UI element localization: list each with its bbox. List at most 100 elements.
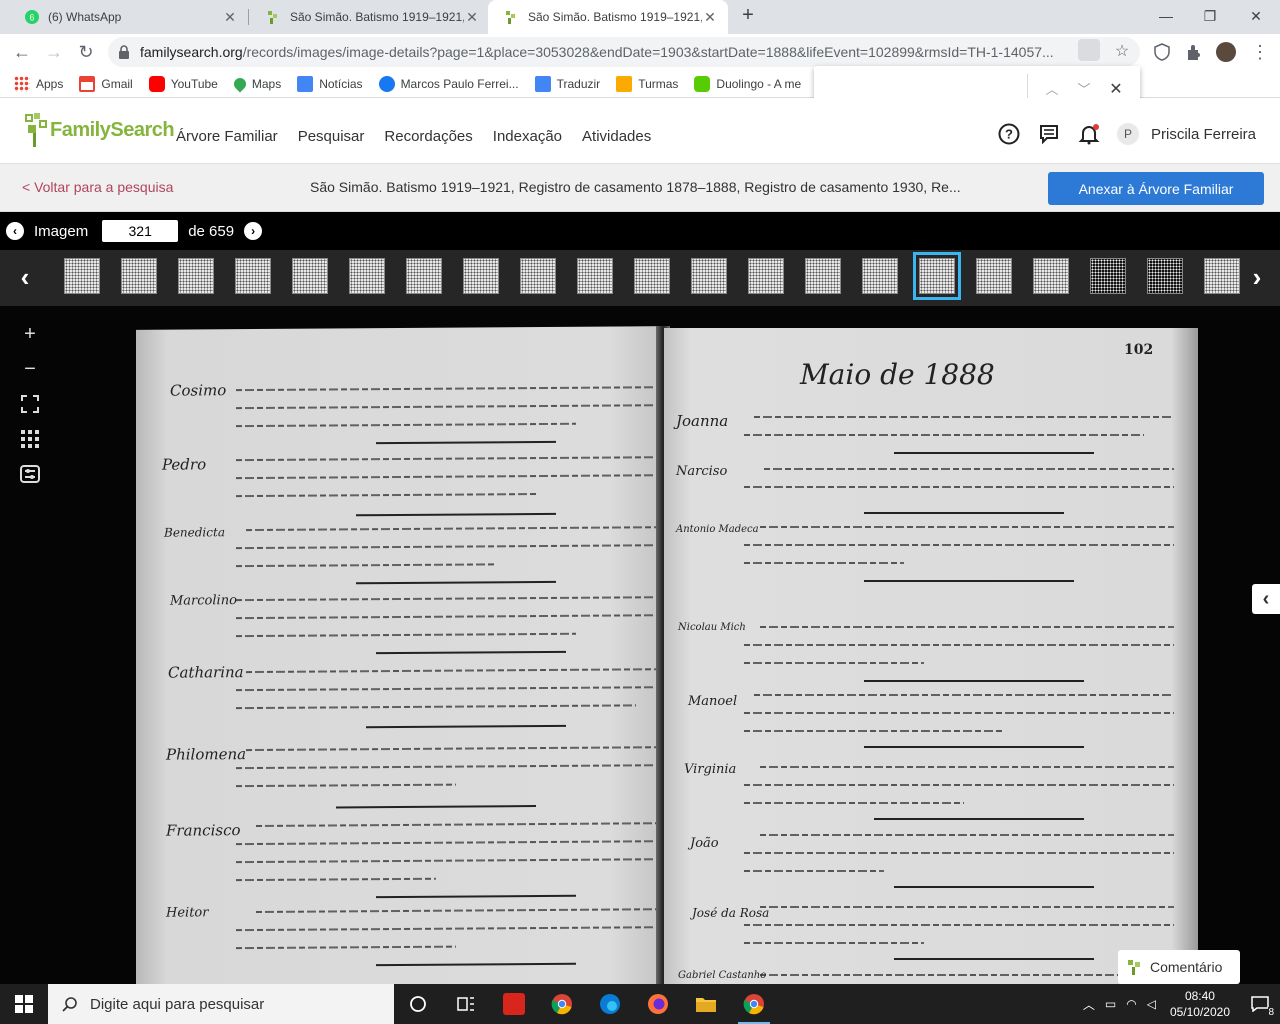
- help-icon[interactable]: ?: [997, 122, 1021, 146]
- translate-page-icon[interactable]: [1078, 39, 1100, 61]
- profile-avatar-icon[interactable]: [1216, 42, 1236, 62]
- bookmark-facebook[interactable]: Marcos Paulo Ferrei...: [378, 75, 519, 92]
- thumbnail[interactable]: [691, 258, 727, 294]
- image-viewer[interactable]: Cosimo Pedro Benedicta Marcolino Cathari…: [0, 306, 1280, 986]
- nav-arvore-familiar[interactable]: Árvore Familiar: [176, 128, 278, 145]
- bookmark-duolingo[interactable]: Duolingo - A me: [694, 75, 801, 92]
- thumbnail[interactable]: [520, 258, 556, 294]
- zoom-in-icon[interactable]: +: [16, 320, 44, 348]
- window-close-button[interactable]: ✕: [1236, 4, 1276, 28]
- zoom-out-icon[interactable]: −: [16, 355, 44, 383]
- grid-view-icon[interactable]: [16, 425, 44, 453]
- back-arrow-icon[interactable]: ←: [10, 40, 34, 64]
- bookmark-maps[interactable]: Maps: [231, 75, 281, 92]
- thumbnail[interactable]: [121, 258, 157, 294]
- thumbnail[interactable]: [178, 258, 214, 294]
- fullscreen-icon[interactable]: [16, 390, 44, 418]
- action-center-icon[interactable]: 8: [1240, 984, 1280, 1024]
- tab-familysearch-2[interactable]: São Simão. Batismo 1919–1921, R ✕: [488, 0, 728, 34]
- nav-indexacao[interactable]: Indexação: [493, 128, 562, 145]
- bookmark-youtube[interactable]: YouTube: [148, 75, 218, 92]
- bookmark-star-icon[interactable]: ☆: [1110, 40, 1134, 64]
- bookmark-noticias[interactable]: Notícias: [297, 75, 363, 92]
- volume-icon[interactable]: ◁: [1147, 997, 1156, 1011]
- thumbnail[interactable]: [1204, 258, 1240, 294]
- thumbnail[interactable]: [292, 258, 328, 294]
- handwriting-line: [236, 474, 656, 480]
- messages-icon[interactable]: [1037, 122, 1061, 146]
- wifi-icon[interactable]: ◠: [1126, 997, 1136, 1011]
- chrome-icon[interactable]: [538, 984, 586, 1024]
- thumbnail[interactable]: [577, 258, 613, 294]
- acrobat-reader-icon[interactable]: [490, 984, 538, 1024]
- thumbnail[interactable]: [1090, 258, 1126, 294]
- handwriting-line: [744, 544, 1174, 546]
- task-view-icon[interactable]: [394, 984, 442, 1024]
- close-icon[interactable]: ✕: [702, 9, 718, 26]
- extensions-puzzle-icon[interactable]: [1184, 42, 1204, 62]
- thumbnail[interactable]: [976, 258, 1012, 294]
- windows-start-icon[interactable]: [0, 984, 48, 1024]
- taskbar-clock[interactable]: 08:40 05/10/2020: [1170, 988, 1230, 1020]
- chrome-active-window-icon[interactable]: [730, 984, 778, 1024]
- firefox-icon[interactable]: [634, 984, 682, 1024]
- bookmark-gmail[interactable]: Gmail: [79, 75, 133, 92]
- bookmark-turmas[interactable]: Turmas: [616, 75, 678, 92]
- back-to-search-link[interactable]: < Voltar para a pesquisa: [22, 179, 173, 195]
- strip-right-arrow-icon[interactable]: ›: [1244, 262, 1270, 294]
- file-explorer-icon[interactable]: [682, 984, 730, 1024]
- attach-to-tree-button[interactable]: Anexar à Árvore Familiar: [1048, 172, 1264, 205]
- reload-icon[interactable]: ↻: [74, 40, 98, 64]
- thumbnail[interactable]: [634, 258, 670, 294]
- menu-kebab-icon[interactable]: ⋮: [1248, 40, 1272, 64]
- bookmark-apps[interactable]: Apps: [14, 75, 63, 92]
- comment-button[interactable]: Comentário: [1118, 950, 1240, 984]
- adjust-settings-icon[interactable]: [16, 460, 44, 488]
- strip-left-arrow-icon[interactable]: ‹: [12, 262, 38, 294]
- bookmark-traduzir[interactable]: Traduzir: [534, 75, 600, 92]
- minimize-button[interactable]: —: [1146, 4, 1186, 28]
- thumbnail[interactable]: [862, 258, 898, 294]
- new-tab-button[interactable]: +: [738, 5, 758, 26]
- notifications-bell-icon[interactable]: [1077, 122, 1101, 146]
- close-icon[interactable]: ✕: [464, 9, 480, 26]
- maps-pin-icon: [231, 75, 249, 92]
- nav-pesquisar[interactable]: Pesquisar: [298, 128, 365, 145]
- address-bar[interactable]: familysearch.org/records/images/image-de…: [108, 37, 1140, 67]
- handwriting-line: [744, 852, 1174, 854]
- restore-button[interactable]: ❐: [1190, 4, 1230, 28]
- entry-name: Pedro: [162, 455, 207, 474]
- thumbnail[interactable]: [64, 258, 100, 294]
- tab-familysearch-1[interactable]: São Simão. Batismo 1919–1921, R ✕: [250, 0, 490, 34]
- youtube-icon: [148, 75, 165, 92]
- thumbnail[interactable]: [463, 258, 499, 294]
- tray-chevron-icon[interactable]: ︿: [1083, 996, 1095, 1013]
- battery-icon[interactable]: ▭: [1105, 997, 1116, 1011]
- timeline-icon[interactable]: [442, 984, 490, 1024]
- thumbnail[interactable]: [235, 258, 271, 294]
- user-name[interactable]: Priscila Ferreira: [1151, 126, 1256, 143]
- expand-panel-chevron-icon[interactable]: ‹: [1252, 584, 1280, 614]
- forward-arrow-icon[interactable]: →: [42, 40, 66, 64]
- next-image-icon[interactable]: ›: [244, 222, 263, 240]
- nav-atividades[interactable]: Atividades: [582, 128, 651, 145]
- nav-recordacoes[interactable]: Recordações: [384, 128, 472, 145]
- close-icon[interactable]: ✕: [222, 9, 238, 26]
- entry-name: Francisco: [166, 821, 241, 840]
- tab-whatsapp[interactable]: 6 (6) WhatsApp ✕: [8, 0, 248, 34]
- shield-extension-icon[interactable]: [1152, 42, 1172, 62]
- thumbnail[interactable]: [1147, 258, 1183, 294]
- previous-image-icon[interactable]: ‹: [6, 222, 24, 240]
- avatar[interactable]: P: [1116, 123, 1139, 145]
- thumbnail[interactable]: [406, 258, 442, 294]
- thumbnail[interactable]: [349, 258, 385, 294]
- taskbar-search-box[interactable]: Digite aqui para pesquisar: [48, 984, 394, 1024]
- familysearch-logo[interactable]: FamilySearch: [24, 113, 175, 147]
- thumbnail[interactable]: [805, 258, 841, 294]
- thumbnail[interactable]: [1033, 258, 1069, 294]
- image-number-input[interactable]: [102, 220, 179, 242]
- edge-icon[interactable]: [586, 984, 634, 1024]
- thumbnail[interactable]: [748, 258, 784, 294]
- thumbnail-selected[interactable]: [913, 252, 961, 300]
- record-title: São Simão. Batismo 1919–1921, Registro d…: [310, 179, 961, 195]
